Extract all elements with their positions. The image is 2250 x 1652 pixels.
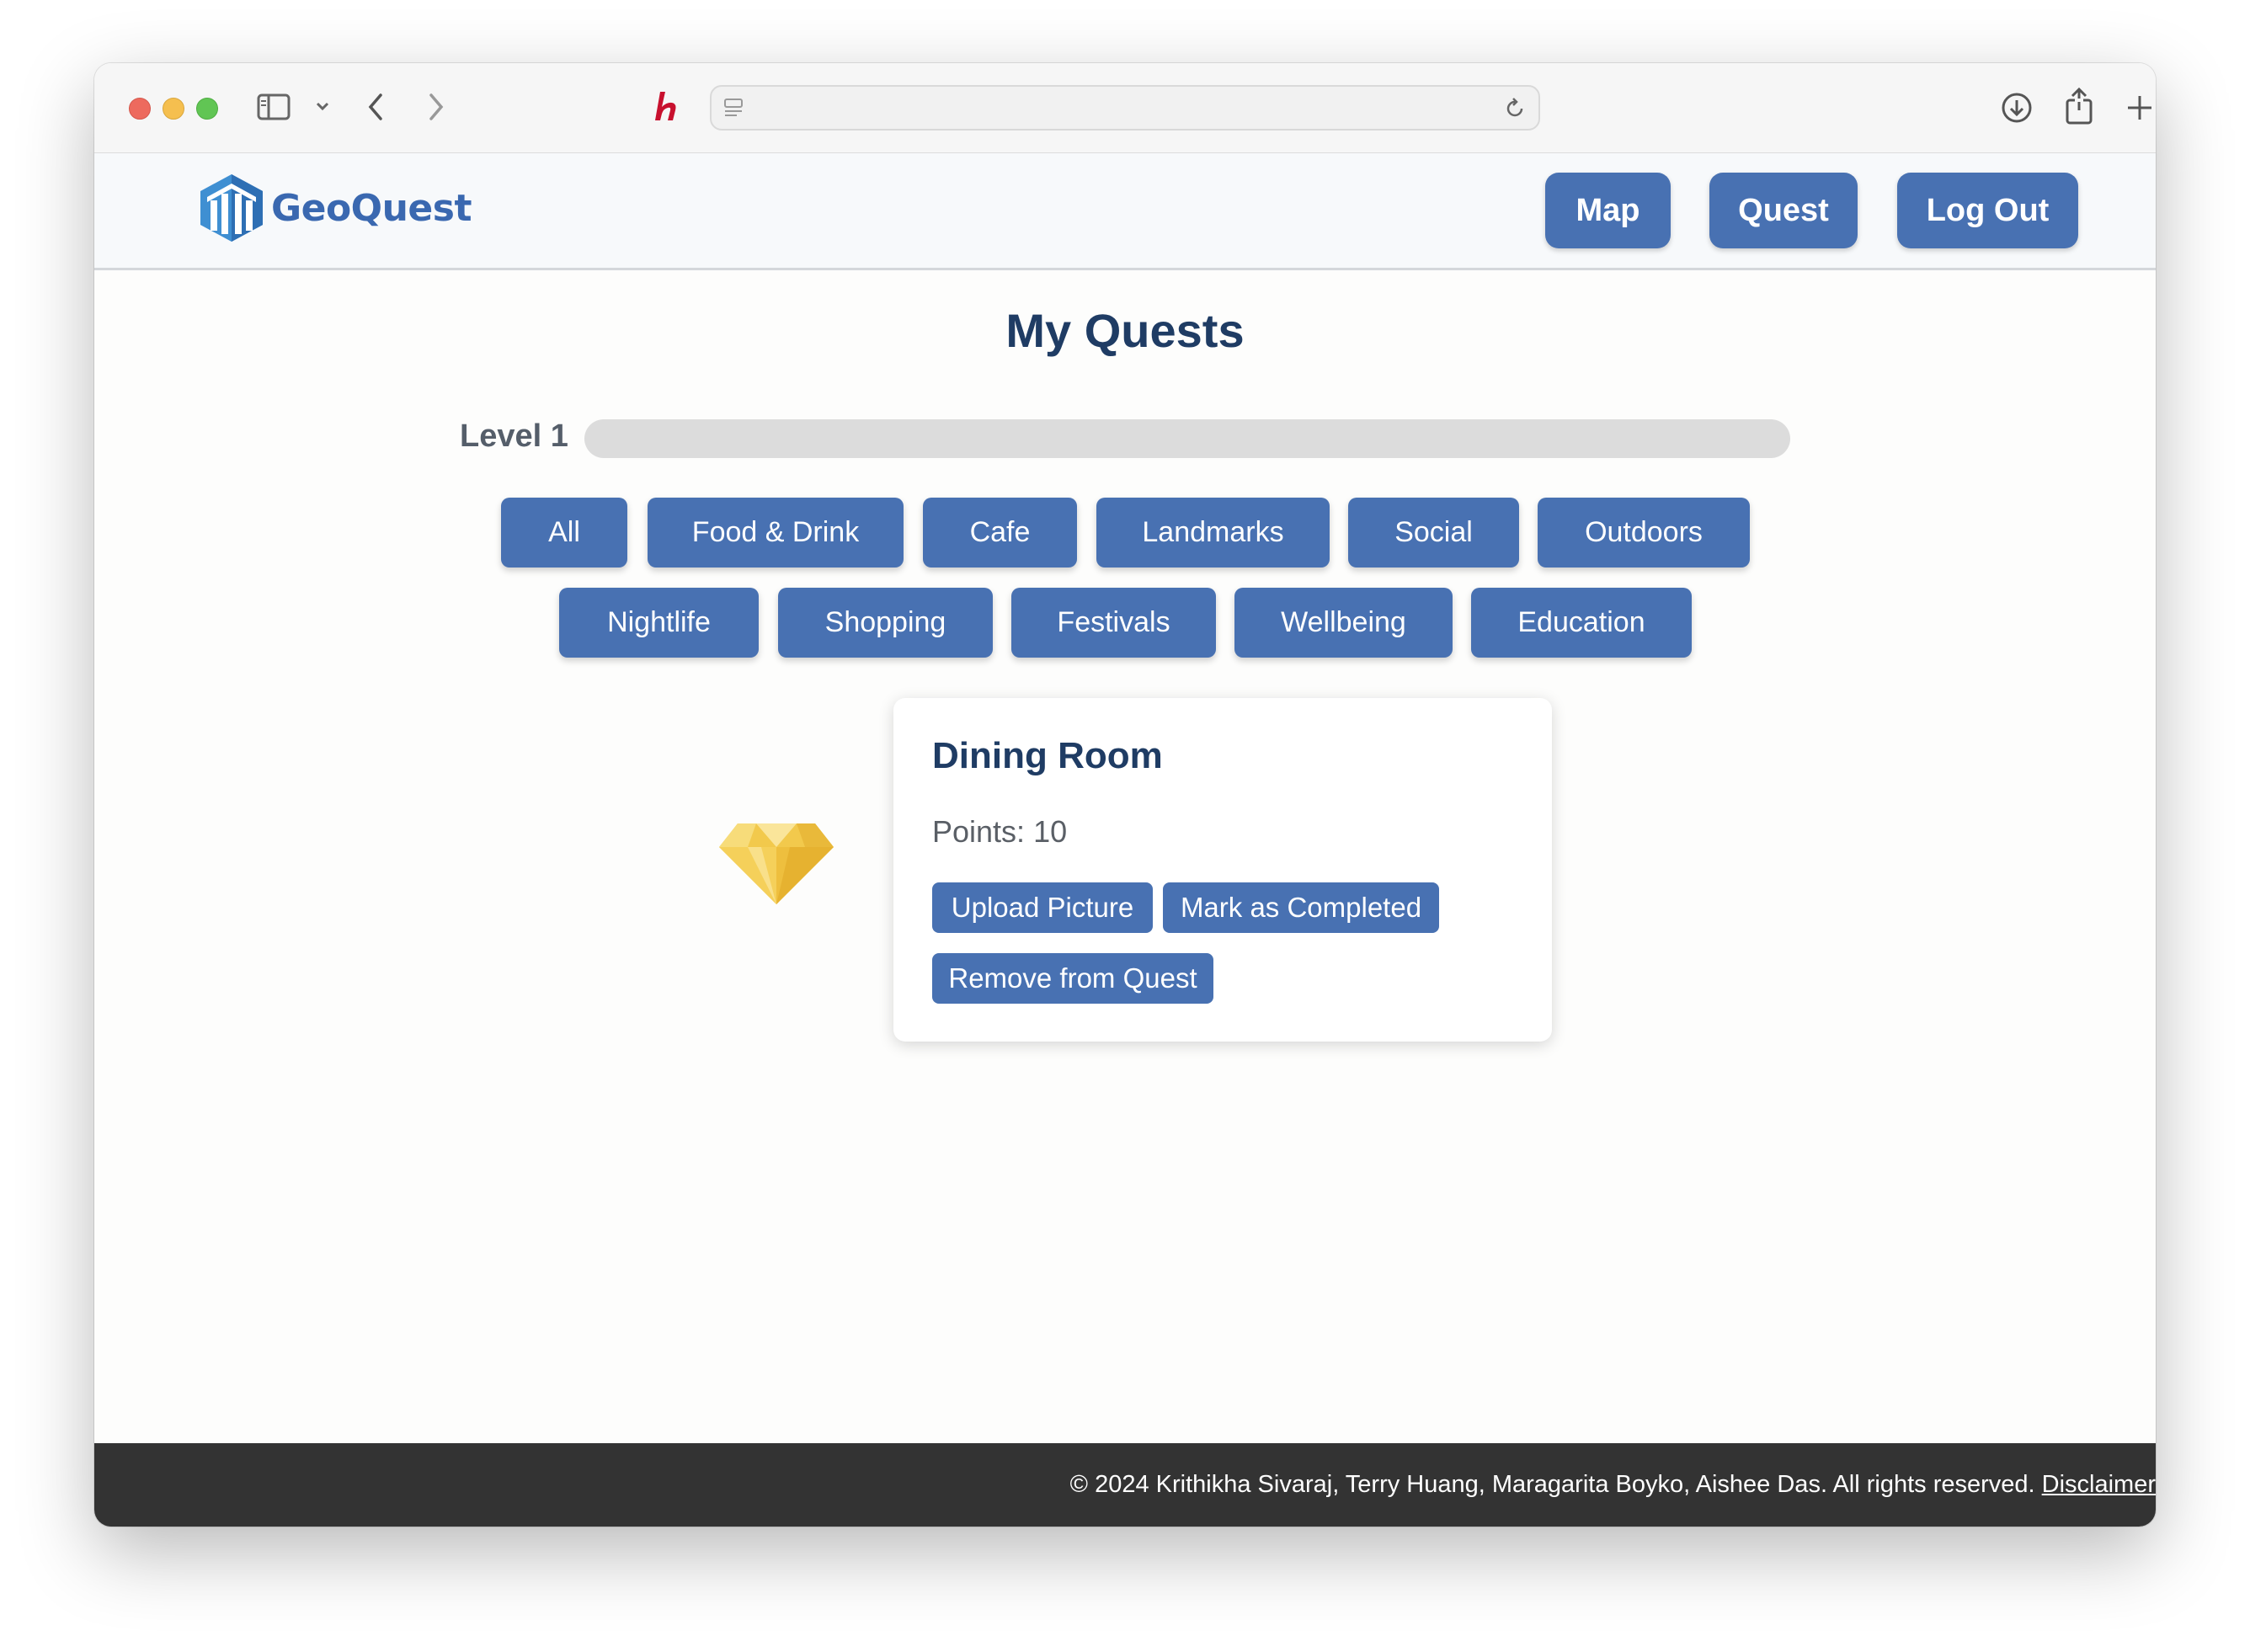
sidebar-toggle-icon[interactable]: [257, 93, 291, 120]
quest-points: Points: 10: [932, 814, 1067, 850]
address-bar[interactable]: [710, 85, 1540, 131]
geoquest-logo[interactable]: GeoQuest: [197, 172, 472, 244]
diamond-icon: [717, 822, 835, 910]
level-label: Level 1: [460, 418, 568, 454]
points-label: Points:: [932, 814, 1034, 849]
filter-education-button[interactable]: Education: [1471, 588, 1692, 658]
site-footer: © 2024 Krithikha Sivaraj, Terry Huang, M…: [94, 1443, 2156, 1527]
filter-wellbeing-button[interactable]: Wellbeing: [1234, 588, 1453, 658]
mark-completed-button[interactable]: Mark as Completed: [1163, 882, 1439, 933]
filter-nightlife-button[interactable]: Nightlife: [559, 588, 759, 658]
close-window-button[interactable]: [129, 98, 151, 120]
reload-icon[interactable]: [1503, 97, 1527, 120]
page-settings-icon[interactable]: [723, 97, 745, 119]
disclaimer-link[interactable]: Disclaimer: [2042, 1471, 2156, 1498]
forward-icon[interactable]: [426, 92, 446, 122]
quest-card: Dining Room Points: 10 Upload Picture Ma…: [893, 698, 1552, 1042]
filter-outdoors-button[interactable]: Outdoors: [1538, 498, 1750, 568]
upload-picture-button[interactable]: Upload Picture: [932, 882, 1153, 933]
level-progress-bar: [584, 419, 1790, 458]
downloads-icon[interactable]: [2000, 91, 2034, 125]
filter-food-drink-button[interactable]: Food & Drink: [648, 498, 904, 568]
logo-text: GeoQuest: [271, 186, 472, 230]
nav-map-button[interactable]: Map: [1545, 173, 1671, 248]
quest-title: Dining Room: [932, 735, 1163, 776]
extension-icon[interactable]: [652, 88, 685, 125]
filter-landmarks-button[interactable]: Landmarks: [1096, 498, 1330, 568]
share-icon[interactable]: [2065, 87, 2093, 125]
chevron-down-icon[interactable]: [315, 100, 330, 112]
filter-festivals-button[interactable]: Festivals: [1011, 588, 1216, 658]
nav-quest-button[interactable]: Quest: [1709, 173, 1858, 248]
filter-cafe-button[interactable]: Cafe: [923, 498, 1077, 568]
filter-all-button[interactable]: All: [501, 498, 627, 568]
browser-window: GeoQuest Map Quest Log Out My Quests Lev…: [94, 63, 2156, 1527]
browser-toolbar: [94, 63, 2156, 153]
page-title: My Quests: [1005, 304, 1245, 357]
nav-logout-button[interactable]: Log Out: [1897, 173, 2078, 248]
zoom-window-button[interactable]: [196, 98, 218, 120]
filter-shopping-button[interactable]: Shopping: [778, 588, 993, 658]
logo-hexagon-icon: [200, 174, 263, 242]
remove-from-quest-button[interactable]: Remove from Quest: [932, 953, 1213, 1004]
back-icon[interactable]: [365, 92, 386, 122]
points-value: 10: [1033, 814, 1068, 849]
copyright-text: © 2024 Krithikha Sivaraj, Terry Huang, M…: [1069, 1471, 2042, 1498]
footer-text: © 2024 Krithikha Sivaraj, Terry Huang, M…: [1070, 1471, 2156, 1499]
filter-social-button[interactable]: Social: [1348, 498, 1519, 568]
minimize-window-button[interactable]: [163, 98, 184, 120]
new-tab-icon[interactable]: [2125, 93, 2154, 122]
